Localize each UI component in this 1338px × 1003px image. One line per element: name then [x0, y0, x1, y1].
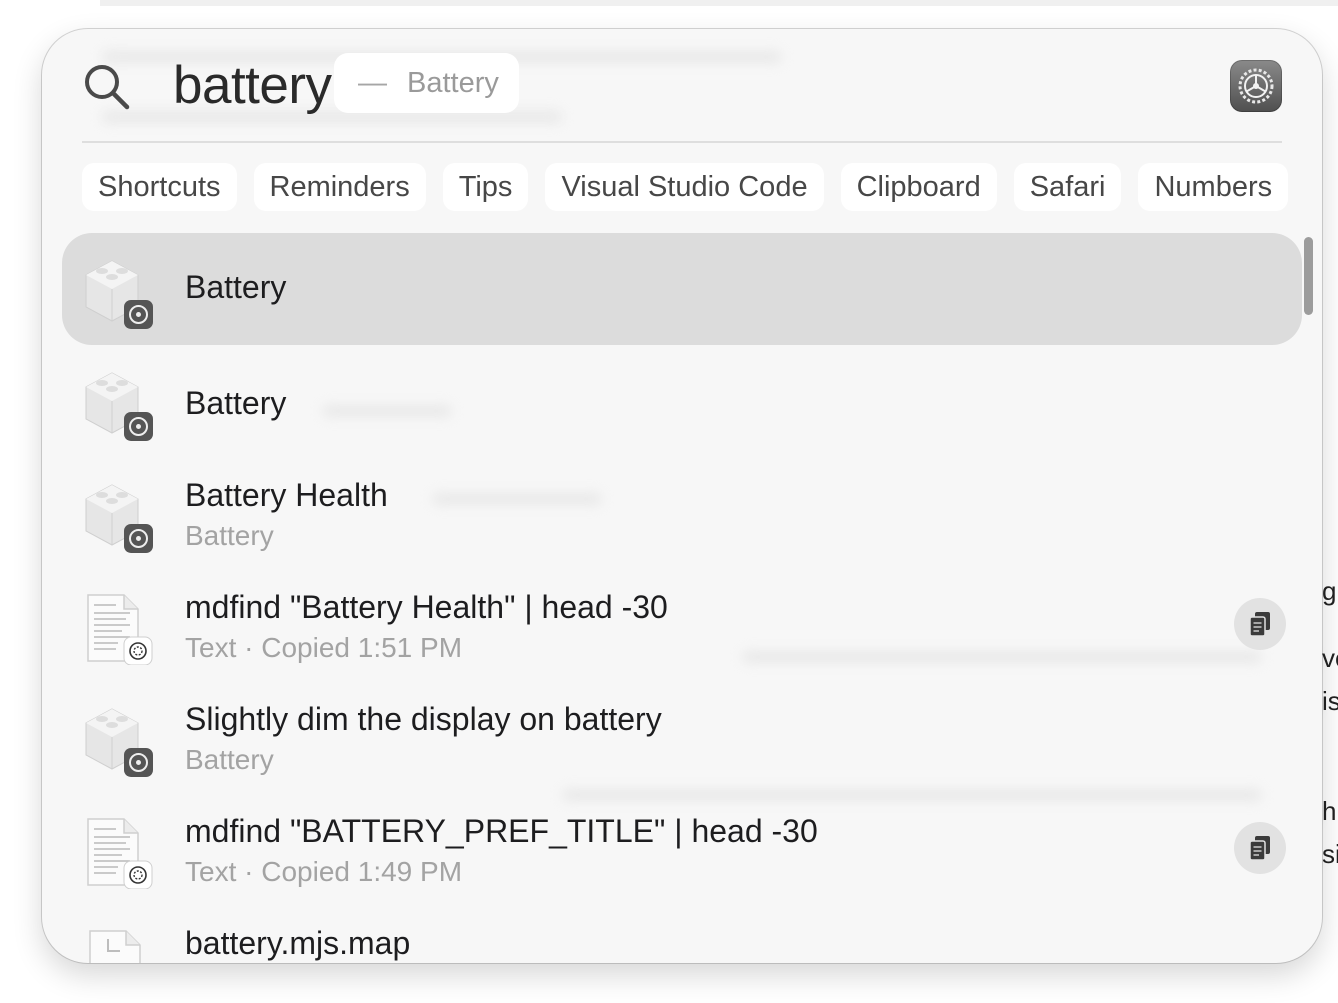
search-icon	[85, 65, 130, 110]
result-row[interactable]: Battery Health Battery	[62, 457, 1302, 569]
background-text-fragment: g a	[1322, 576, 1338, 606]
text-document-icon	[87, 818, 153, 889]
preference-pane-icon	[85, 484, 153, 553]
system-settings-button[interactable]	[1230, 60, 1282, 112]
result-row[interactable]: Battery	[62, 345, 1302, 457]
text-document-icon	[87, 594, 153, 665]
result-row[interactable]: battery.mjs.map	[62, 905, 1302, 963]
result-subtitle: Text · Copied 1:51 PM	[185, 632, 463, 663]
background-text-fragment: hi	[1322, 796, 1338, 826]
results-list: Battery Battery Battery Health Battery m…	[62, 233, 1302, 963]
result-title: mdfind "BATTERY_PREF_TITLE" | head -30	[185, 813, 818, 849]
background-text-fragment: ve	[1322, 643, 1338, 673]
result-title: mdfind "Battery Health" | head -30	[185, 589, 668, 625]
completion-dash: —	[358, 66, 387, 99]
result-title: battery.mjs.map	[185, 925, 411, 961]
copy-button[interactable]	[1234, 598, 1286, 650]
result-title: Battery	[185, 385, 287, 421]
copy-icon	[1249, 836, 1270, 861]
search-completion-suggestion[interactable]: — Battery	[334, 53, 519, 113]
generic-file-icon	[89, 930, 141, 963]
chip-numbers[interactable]: Numbers	[1138, 163, 1289, 211]
chip-safari[interactable]: Safari	[1013, 163, 1122, 211]
completion-label: Battery	[407, 66, 499, 99]
result-row[interactable]: Battery	[62, 233, 1302, 345]
preference-pane-icon	[85, 708, 153, 777]
results-scrollbar[interactable]	[1304, 237, 1313, 315]
result-subtitle: Battery	[185, 520, 274, 551]
chip-visual-studio-code[interactable]: Visual Studio Code	[545, 163, 824, 211]
scope-chip-bar: Shortcuts Reminders Tips Visual Studio C…	[82, 163, 1289, 211]
chip-shortcuts[interactable]: Shortcuts	[82, 163, 237, 211]
copy-icon	[1249, 612, 1270, 637]
chip-clipboard[interactable]: Clipboard	[840, 163, 997, 211]
background-toolbar	[100, 0, 1338, 6]
result-row[interactable]: mdfind "Battery Health" | head -30 Text …	[62, 569, 1302, 681]
chip-reminders[interactable]: Reminders	[253, 163, 426, 211]
background-text-fragment: si	[1322, 839, 1338, 869]
result-subtitle: Battery	[185, 744, 274, 775]
result-title: Slightly dim the display on battery	[185, 701, 662, 737]
background-text-fragment: is	[1322, 686, 1338, 716]
search-query-text[interactable]: battery	[173, 55, 332, 117]
spotlight-panel: battery — Battery Shortcuts Reminders Ti…	[42, 29, 1322, 963]
chip-tips[interactable]: Tips	[442, 163, 529, 211]
result-row[interactable]: Slightly dim the display on battery Batt…	[62, 681, 1302, 793]
preference-pane-icon	[85, 372, 153, 441]
result-title: Battery Health	[185, 477, 388, 513]
result-row[interactable]: mdfind "BATTERY_PREF_TITLE" | head -30 T…	[62, 793, 1302, 905]
copy-button[interactable]	[1234, 822, 1286, 874]
result-title: Battery	[185, 269, 287, 305]
preference-pane-icon	[85, 260, 153, 329]
result-subtitle: Text · Copied 1:49 PM	[185, 856, 463, 887]
gear-icon	[1238, 68, 1274, 104]
search-divider	[82, 141, 1282, 143]
